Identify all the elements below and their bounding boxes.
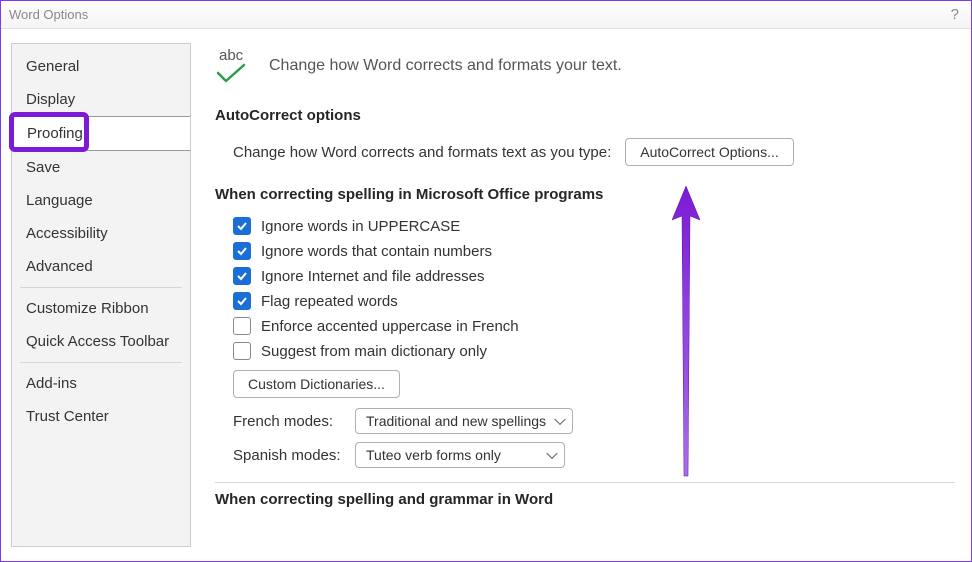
sidebar-item-general[interactable]: General	[12, 50, 190, 83]
content-header-text: Change how Word corrects and formats you…	[269, 57, 622, 75]
check-main-dict-only[interactable]: Suggest from main dictionary only	[233, 342, 955, 360]
sidebar-item-save[interactable]: Save	[12, 151, 190, 184]
spanish-modes-label: Spanish modes:	[233, 447, 343, 464]
checkbox-icon[interactable]	[233, 267, 251, 285]
options-sidebar: General Display Proofing Save Language A…	[11, 43, 191, 547]
check-label: Suggest from main dictionary only	[261, 343, 487, 360]
checkbox-icon[interactable]	[233, 292, 251, 310]
check-label: Ignore words in UPPERCASE	[261, 218, 460, 235]
check-label: Enforce accented uppercase in French	[261, 318, 519, 335]
sidebar-divider	[20, 287, 182, 288]
checkbox-icon[interactable]	[233, 317, 251, 335]
check-ignore-uppercase[interactable]: Ignore words in UPPERCASE	[233, 217, 955, 235]
check-flag-repeated[interactable]: Flag repeated words	[233, 292, 955, 310]
proofing-icon: abc	[215, 49, 255, 83]
check-ignore-internet[interactable]: Ignore Internet and file addresses	[233, 267, 955, 285]
checkbox-icon[interactable]	[233, 342, 251, 360]
check-label: Flag repeated words	[261, 293, 398, 310]
check-label: Ignore Internet and file addresses	[261, 268, 484, 285]
check-label: Ignore words that contain numbers	[261, 243, 492, 260]
spelling-checkbox-list: Ignore words in UPPERCASE Ignore words t…	[215, 217, 955, 398]
autocorrect-label: Change how Word corrects and formats tex…	[233, 144, 611, 161]
checkbox-icon[interactable]	[233, 217, 251, 235]
sidebar-item-addins[interactable]: Add-ins	[12, 367, 190, 400]
french-modes-value: Traditional and new spellings	[366, 413, 546, 429]
section-divider	[215, 482, 955, 483]
sidebar-item-proofing[interactable]: Proofing	[12, 116, 191, 151]
options-content: abc Change how Word corrects and formats…	[191, 29, 971, 561]
sidebar-item-trust-center[interactable]: Trust Center	[12, 400, 190, 433]
french-modes-label: French modes:	[233, 413, 343, 430]
section-title-spelling-office: When correcting spelling in Microsoft Of…	[215, 186, 955, 203]
check-ignore-numbers[interactable]: Ignore words that contain numbers	[233, 242, 955, 260]
checkmark-icon	[215, 63, 247, 85]
autocorrect-options-button[interactable]: AutoCorrect Options...	[625, 138, 794, 166]
sidebar-item-advanced[interactable]: Advanced	[12, 250, 190, 283]
help-button[interactable]: ?	[947, 6, 963, 23]
section-title-autocorrect: AutoCorrect options	[215, 107, 955, 124]
french-modes-select[interactable]: Traditional and new spellings	[355, 408, 573, 434]
proofing-icon-text: abc	[219, 47, 243, 64]
sidebar-item-language[interactable]: Language	[12, 184, 190, 217]
content-header: abc Change how Word corrects and formats…	[215, 49, 955, 83]
window-title: Word Options	[9, 7, 88, 22]
autocorrect-options-button-label: AutoCorrect Options...	[640, 144, 779, 160]
sidebar-item-accessibility[interactable]: Accessibility	[12, 217, 190, 250]
sidebar-item-customize-ribbon[interactable]: Customize Ribbon	[12, 292, 190, 325]
spanish-modes-select[interactable]: Tuteo verb forms only	[355, 442, 565, 468]
titlebar: Word Options ?	[1, 1, 971, 29]
sidebar-item-display[interactable]: Display	[12, 83, 190, 116]
sidebar-divider	[20, 362, 182, 363]
sidebar-item-quick-access[interactable]: Quick Access Toolbar	[12, 325, 190, 358]
check-accented-french[interactable]: Enforce accented uppercase in French	[233, 317, 955, 335]
checkbox-icon[interactable]	[233, 242, 251, 260]
custom-dictionaries-button-label: Custom Dictionaries...	[248, 376, 385, 392]
section-title-spelling-word: When correcting spelling and grammar in …	[215, 491, 955, 508]
word-options-window: Word Options ? General Display Proofing …	[0, 0, 972, 562]
spanish-modes-value: Tuteo verb forms only	[366, 447, 501, 463]
custom-dictionaries-button[interactable]: Custom Dictionaries...	[233, 370, 400, 398]
